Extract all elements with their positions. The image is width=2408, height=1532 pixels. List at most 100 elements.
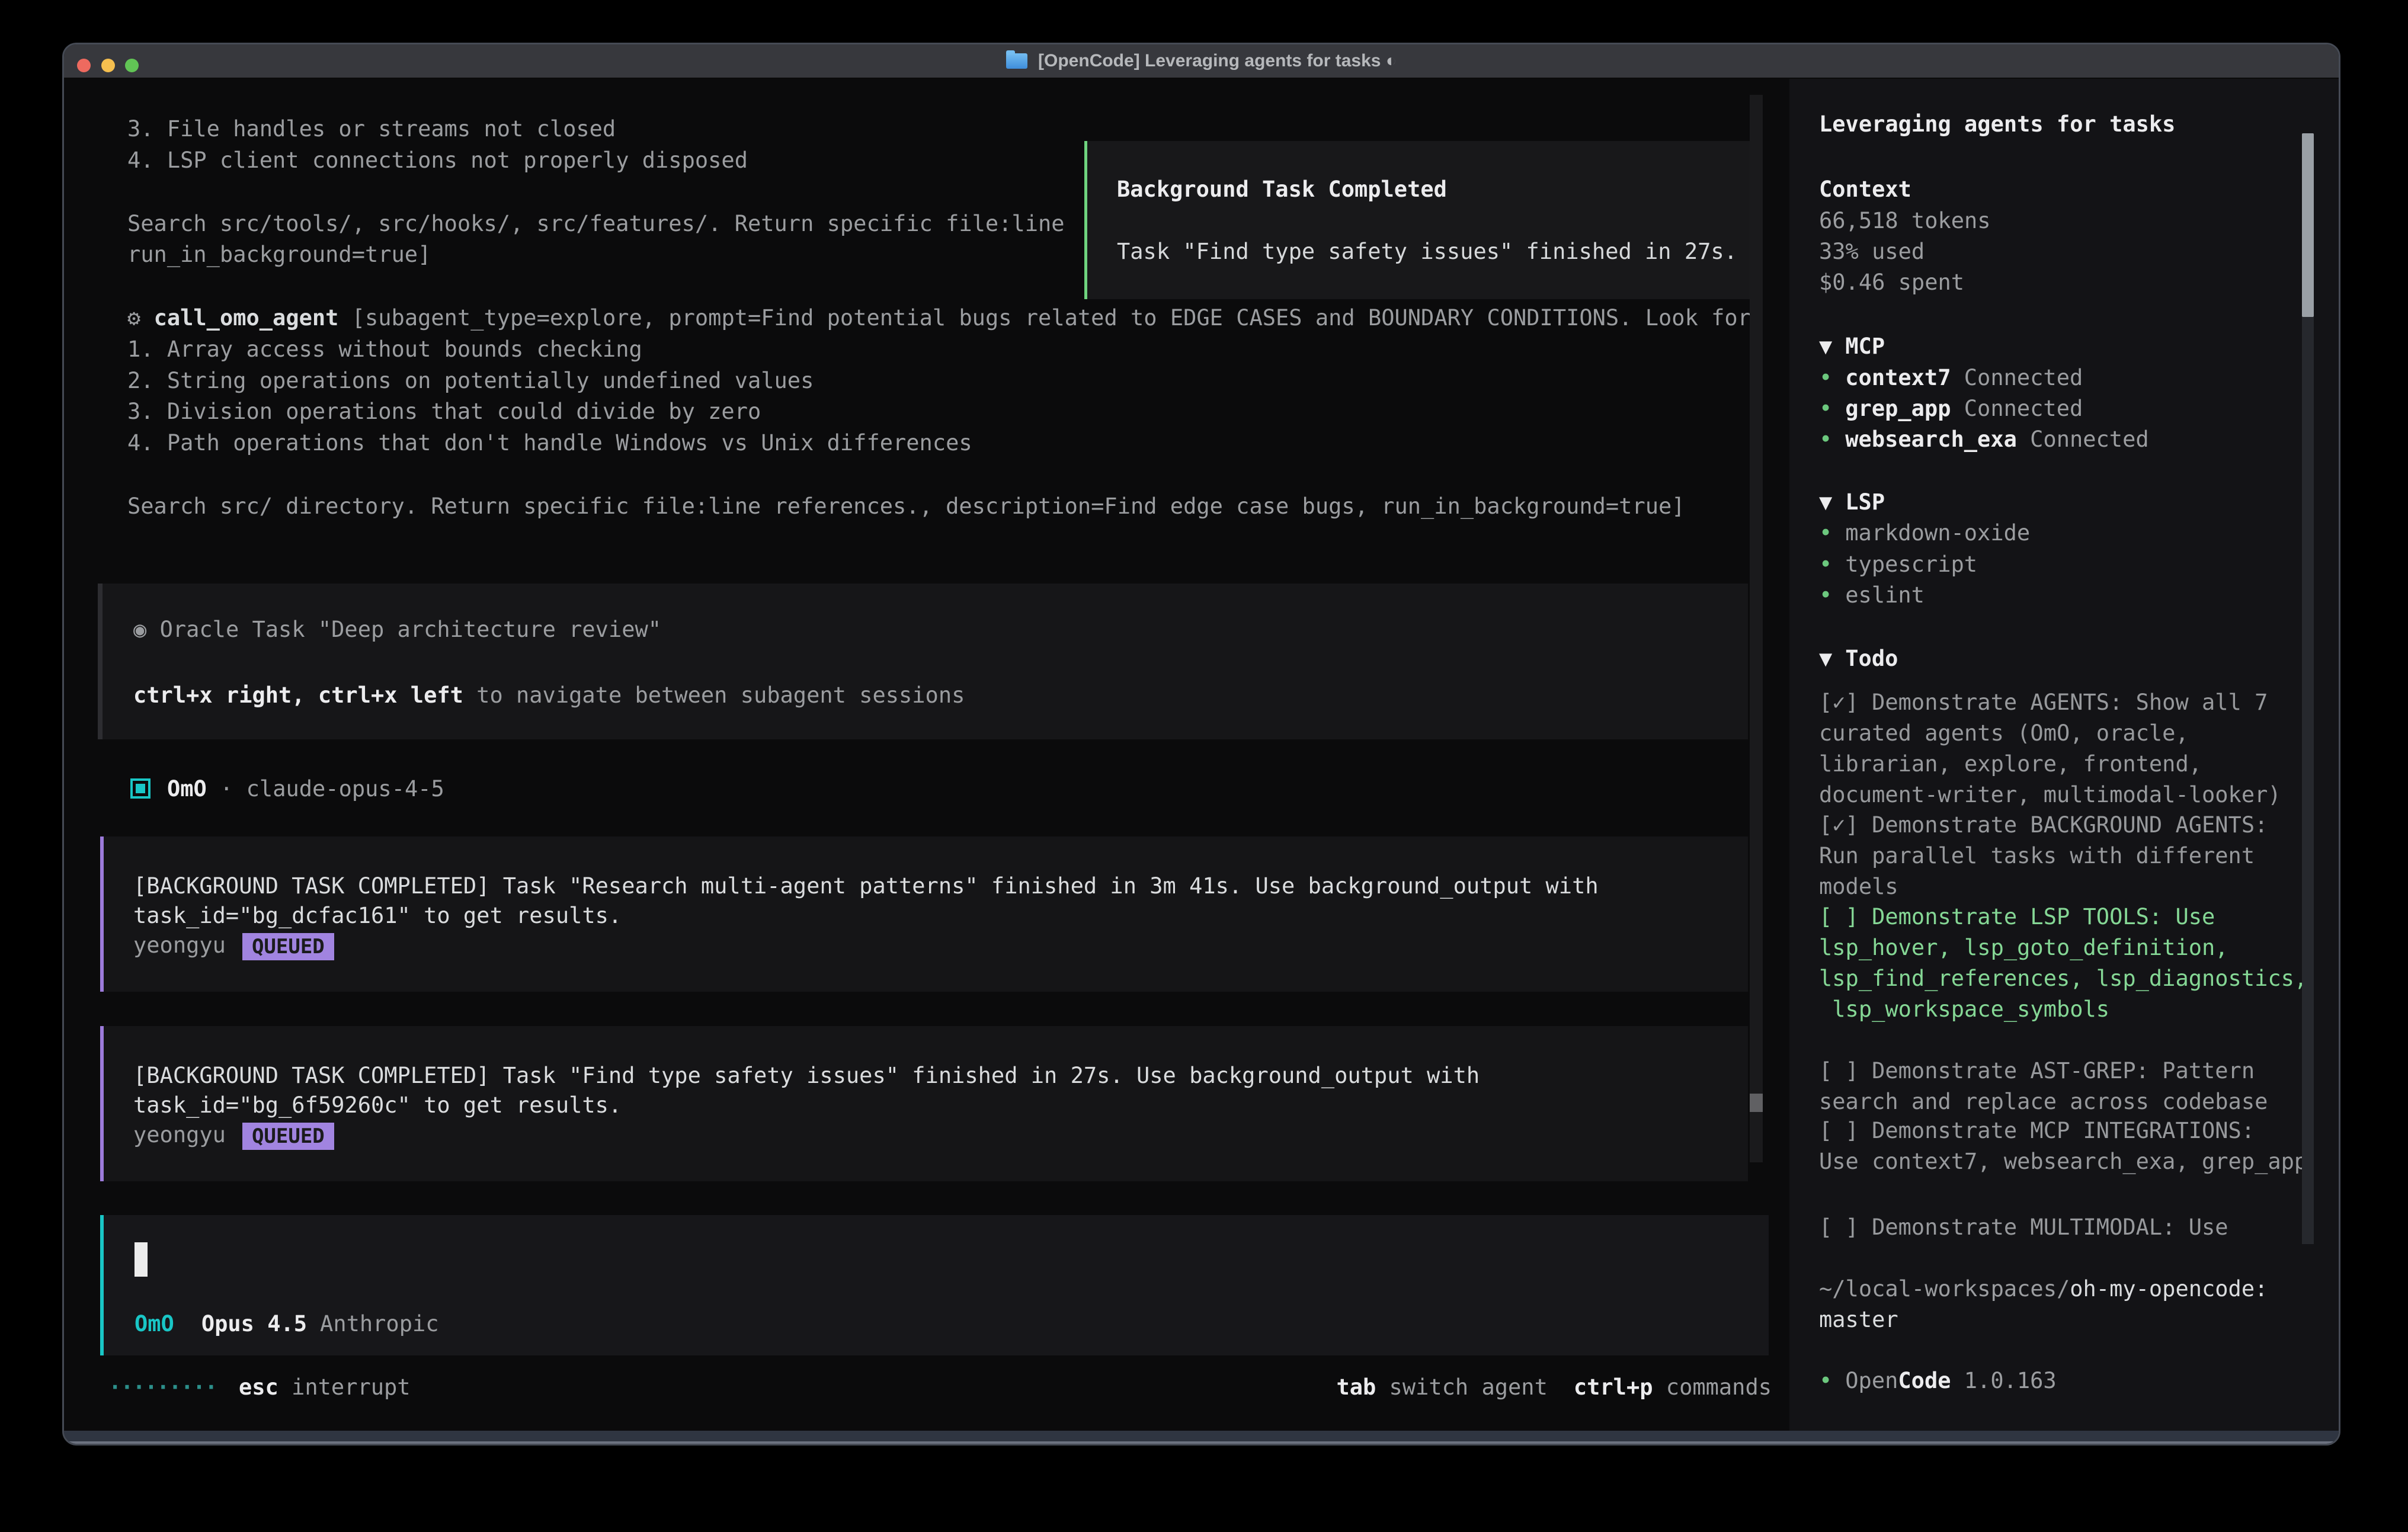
chevron-down-icon: ▼ bbox=[1819, 646, 1832, 671]
mcp-item: •grep_app Connected bbox=[1819, 393, 2083, 424]
status-badge: QUEUED bbox=[242, 933, 334, 960]
lsp-name: eslint bbox=[1845, 582, 1925, 608]
message-line: task_id="bg_dcfac161" to get results. bbox=[133, 900, 622, 931]
context-used: 33% used bbox=[1819, 236, 1925, 267]
text-cursor bbox=[135, 1242, 148, 1277]
app-version: 1.0.163 bbox=[1951, 1368, 2057, 1393]
todo-section-header[interactable]: ▼ Todo bbox=[1819, 643, 1898, 674]
hint-rest: to navigate between subagent sessions bbox=[463, 682, 965, 708]
terminal-line: 2. String operations on potentially unde… bbox=[127, 366, 814, 396]
sidebar-scrollbar[interactable] bbox=[2302, 133, 2314, 1244]
message-meta: yeongyuQUEUED bbox=[133, 1120, 334, 1150]
input-agent: OmO bbox=[135, 1311, 174, 1337]
minimize-button[interactable] bbox=[101, 59, 115, 72]
lsp-item: •typescript bbox=[1819, 549, 1977, 580]
tool-args: [subagent_type=explore, prompt=Find pote… bbox=[338, 305, 1751, 331]
todo-heading: Todo bbox=[1845, 646, 1898, 671]
fullscreen-button[interactable] bbox=[125, 59, 139, 72]
terminal-line: 4. LSP client connections not properly d… bbox=[127, 145, 748, 176]
path-prefix: ~/local-workspaces/ bbox=[1819, 1276, 2070, 1302]
status-dot-icon: • bbox=[1819, 427, 1832, 452]
context-heading: Context bbox=[1819, 174, 1911, 205]
notification-body: Task "Find type safety issues" finished … bbox=[1117, 236, 1737, 267]
sidebar-scrollbar-thumb[interactable] bbox=[2302, 133, 2314, 317]
terminal-line: Search src/tools/, src/hooks/, src/featu… bbox=[127, 209, 1065, 239]
input-status-row: OmO Opus 4.5 Anthropic bbox=[135, 1309, 439, 1339]
todo-item: [ ] Demonstrate MCP INTEGRATIONS: Use co… bbox=[1819, 1116, 2307, 1177]
mcp-name: websearch_exa bbox=[1845, 427, 2017, 452]
agent-model: claude-opus-4-5 bbox=[246, 776, 444, 802]
window-title: [OpenCode] Leveraging agents for tasks ◐ bbox=[1038, 51, 1397, 71]
tool-name: call_omo_agent bbox=[154, 305, 339, 331]
statusbar-left: esc interrupt bbox=[239, 1372, 411, 1403]
lsp-section-header[interactable]: ▼ LSP bbox=[1819, 487, 1885, 518]
terminal-line: 3. Division operations that could divide… bbox=[127, 396, 761, 427]
fisheye-icon: ◉ bbox=[133, 617, 160, 642]
mcp-status: Connected bbox=[2017, 427, 2149, 452]
lsp-item: •markdown-oxide bbox=[1819, 518, 2030, 549]
titlebar[interactable]: [OpenCode] Leveraging agents for tasks ◐ bbox=[64, 44, 2339, 79]
input-provider: Anthropic bbox=[320, 1311, 438, 1337]
oracle-hint-line: ctrl+x right, ctrl+x left to navigate be… bbox=[133, 680, 965, 711]
lsp-name: typescript bbox=[1845, 552, 1977, 577]
ctrlp-key-hint: ctrl+p bbox=[1574, 1374, 1653, 1400]
agent-square-icon bbox=[130, 778, 150, 799]
session-title: Leveraging agents for tasks bbox=[1819, 109, 2175, 140]
message-box: [BACKGROUND TASK COMPLETED] Task "Resear… bbox=[100, 836, 1748, 992]
agent-separator: · bbox=[207, 776, 246, 802]
todo-item: [ ] Demonstrate AST-GREP: Pattern search… bbox=[1819, 1056, 2268, 1117]
main-scrollbar[interactable] bbox=[1750, 95, 1763, 1162]
mcp-item: • websearch_exa Connected bbox=[1819, 424, 2149, 455]
context-spent: $0.46 spent bbox=[1819, 267, 1964, 298]
oracle-title-line: ◉ Oracle Task "Deep architecture review" bbox=[133, 614, 661, 645]
window-bottom-edge bbox=[64, 1431, 2339, 1444]
tab-key-label: switch agent bbox=[1376, 1374, 1548, 1400]
tool-call-line: ⚙ call_omo_agent [subagent_type=explore,… bbox=[127, 303, 1751, 334]
status-badge: QUEUED bbox=[242, 1123, 334, 1150]
app-window: [OpenCode] Leveraging agents for tasks ◐… bbox=[62, 43, 2340, 1446]
statusbar-right: tab switch agent ctrl+p commands bbox=[1336, 1372, 1772, 1403]
close-button[interactable] bbox=[77, 59, 91, 72]
mcp-status: Connected bbox=[1951, 396, 2083, 421]
todo-item: [✓] Demonstrate BACKGROUND AGENTS: Run p… bbox=[1819, 810, 2268, 902]
mcp-section-header[interactable]: ▼MCP bbox=[1819, 331, 1885, 362]
lsp-heading: LSP bbox=[1845, 489, 1885, 515]
agent-header: OmO · claude-opus-4-5 bbox=[130, 774, 444, 805]
todo-item: [ ] Demonstrate MULTIMODAL: Use bbox=[1819, 1212, 2228, 1243]
ctrlp-key-label: commands bbox=[1653, 1374, 1772, 1400]
notification-title: Background Task Completed bbox=[1117, 174, 1447, 205]
message-box: [BACKGROUND TASK COMPLETED] Task "Find t… bbox=[100, 1026, 1748, 1181]
esc-key-hint: esc bbox=[239, 1374, 278, 1400]
mcp-item: • context7 Connected bbox=[1819, 363, 2083, 393]
chevron-down-icon: ▼ bbox=[1819, 489, 1832, 515]
mcp-heading: MCP bbox=[1845, 334, 1885, 359]
app-name-prefix: Open bbox=[1845, 1368, 1898, 1393]
main-scrollbar-thumb[interactable] bbox=[1750, 1094, 1763, 1112]
oracle-title: Oracle Task "Deep architecture review" bbox=[160, 617, 661, 642]
terminal-line: 4. Path operations that don't handle Win… bbox=[127, 428, 972, 459]
tab-key-hint: tab bbox=[1336, 1374, 1376, 1400]
sidebar: Leveraging agents for tasks Context 66,5… bbox=[1789, 79, 2339, 1434]
status-dot-icon: • bbox=[1819, 365, 1832, 390]
esc-key-label: interrupt bbox=[278, 1374, 411, 1400]
app-name-bold: Code bbox=[1898, 1368, 1951, 1393]
oracle-task-box: ◉ Oracle Task "Deep architecture review"… bbox=[98, 584, 1748, 739]
message-author: yeongyu bbox=[133, 932, 226, 958]
lsp-item: • eslint bbox=[1819, 580, 1925, 611]
input-model: Opus 4.5 bbox=[201, 1311, 307, 1337]
message-line: [BACKGROUND TASK COMPLETED] Task "Find t… bbox=[133, 1060, 1480, 1091]
gear-icon: ⚙ bbox=[127, 305, 154, 331]
todo-item: [✓] Demonstrate AGENTS: Show all 7 curat… bbox=[1819, 687, 2281, 810]
message-meta: yeongyu QUEUED bbox=[133, 930, 334, 961]
hint-keys: ctrl+x right, ctrl+x left bbox=[133, 682, 463, 708]
prompt-input[interactable]: OmO Opus 4.5 Anthropic bbox=[100, 1215, 1769, 1355]
status-dot-icon: • bbox=[1819, 582, 1832, 608]
spinner-dots: ········· bbox=[108, 1372, 216, 1403]
terminal-line: run_in_background=true] bbox=[127, 239, 431, 270]
mcp-name: context7 bbox=[1845, 365, 1951, 390]
path-name: oh-my-opencode: bbox=[2070, 1276, 2268, 1302]
mcp-status: Connected bbox=[1951, 365, 2083, 390]
message-line: [BACKGROUND TASK COMPLETED] Task "Resear… bbox=[133, 871, 1599, 902]
background-task-notification: Background Task Completed Task "Find typ… bbox=[1084, 141, 1758, 299]
terminal-line: Search src/ directory. Return specific f… bbox=[127, 491, 1685, 522]
